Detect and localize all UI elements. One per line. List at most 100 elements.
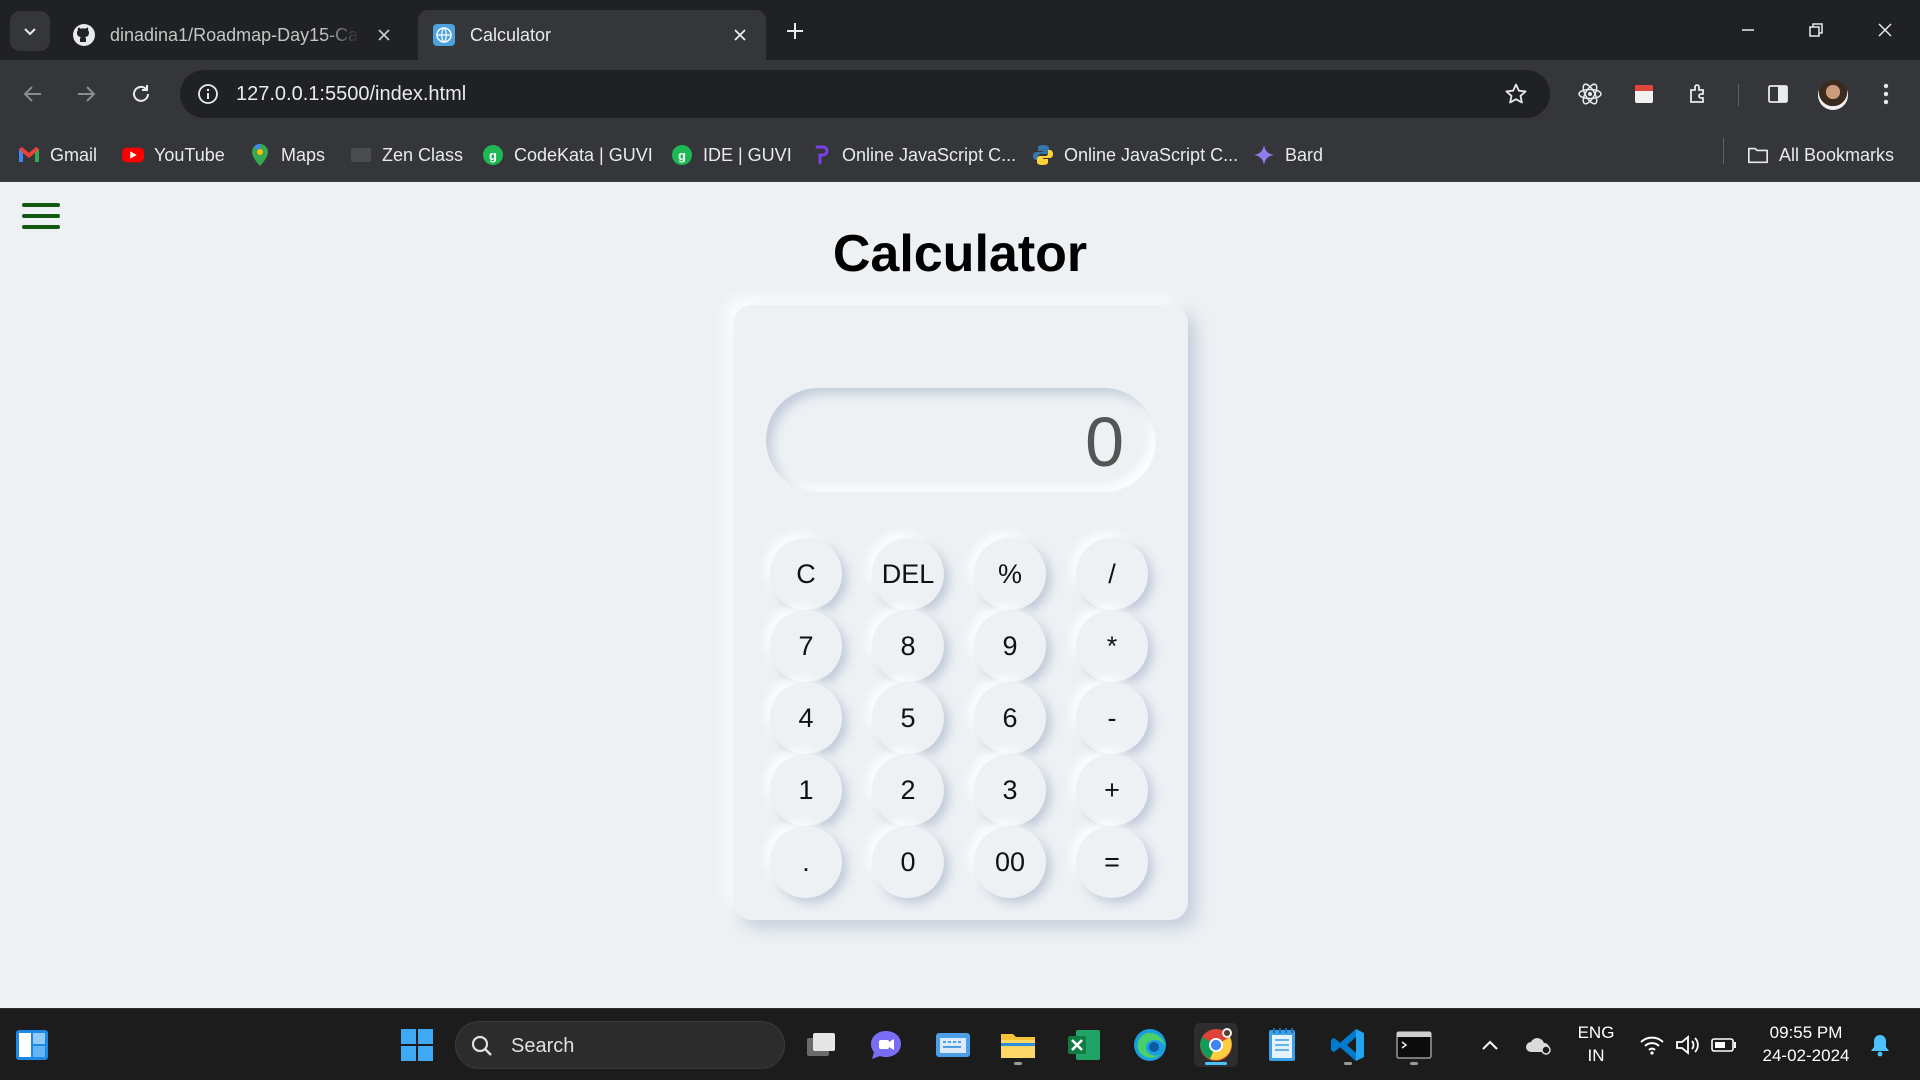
bookmark-codekata[interactable]: g CodeKata | GUVI — [482, 140, 653, 170]
key-1[interactable]: 1 — [770, 754, 842, 826]
chrome-icon[interactable] — [1194, 1023, 1238, 1067]
close-tab-icon[interactable] — [728, 23, 752, 47]
key-5[interactable]: 5 — [872, 682, 944, 754]
bookmark-label: Maps — [281, 144, 326, 165]
bookmark-star-icon[interactable] — [1502, 80, 1530, 108]
menu-kebab-icon[interactable] — [1869, 77, 1903, 111]
key-percent[interactable]: % — [974, 538, 1046, 610]
notepad-icon[interactable] — [1260, 1023, 1304, 1067]
close-icon — [1878, 23, 1892, 37]
minimize-icon — [1742, 29, 1754, 31]
bookmark-gmail[interactable]: Gmail — [18, 140, 97, 170]
chevron-up-icon[interactable] — [1476, 1031, 1504, 1059]
widgets-icon[interactable] — [10, 1023, 54, 1067]
tab-search-button[interactable] — [10, 11, 50, 51]
programiz-icon — [810, 144, 832, 166]
running-indicator — [1014, 1062, 1022, 1065]
svg-text:g: g — [678, 148, 686, 163]
active-indicator — [1205, 1062, 1227, 1065]
all-bookmarks-label: All Bookmarks — [1779, 144, 1895, 165]
key-subtract[interactable]: - — [1076, 682, 1148, 754]
address-bar[interactable]: 127.0.0.1:5500/index.html — [180, 70, 1550, 118]
url-text: 127.0.0.1:5500/index.html — [236, 83, 467, 105]
tab-title: Calculator — [470, 24, 552, 45]
key-clear[interactable]: C — [770, 538, 842, 610]
side-panel-icon[interactable] — [1761, 77, 1795, 111]
bookmarks-bar: Gmail YouTube Maps Zen Class g CodeKata … — [0, 128, 1920, 182]
key-delete[interactable]: DEL — [872, 538, 944, 610]
bookmark-bard[interactable]: Bard — [1253, 140, 1323, 170]
bard-icon — [1253, 144, 1275, 166]
plus-icon — [787, 23, 803, 39]
key-3[interactable]: 3 — [974, 754, 1046, 826]
key-double-zero[interactable]: 00 — [974, 826, 1046, 898]
bookmark-youtube[interactable]: YouTube — [122, 140, 225, 170]
profile-avatar[interactable] — [1818, 80, 1848, 110]
forward-button[interactable] — [66, 74, 106, 114]
github-icon — [72, 23, 96, 47]
tab-title: dinadina1/Roadmap-Day15-Calculator — [110, 24, 360, 45]
excel-icon[interactable] — [1062, 1023, 1106, 1067]
language-code: ENG — [1577, 1023, 1615, 1042]
key-equals[interactable]: = — [1076, 826, 1148, 898]
bookmark-label: IDE | GUVI — [703, 144, 792, 165]
bookmark-online-js-2[interactable]: Online JavaScript C... — [1032, 140, 1238, 170]
key-9[interactable]: 9 — [974, 610, 1046, 682]
key-2[interactable]: 2 — [872, 754, 944, 826]
python-icon — [1032, 144, 1054, 166]
terminal-icon[interactable] — [1392, 1023, 1436, 1067]
bookmark-online-js-1[interactable]: Online JavaScript C... — [810, 140, 1016, 170]
onedrive-cloud-icon[interactable] — [1524, 1031, 1552, 1059]
calculator-panel: 0 C DEL % / 7 8 9 * 4 5 6 - 1 2 3 + . 0 … — [734, 305, 1188, 920]
vscode-icon[interactable] — [1326, 1023, 1370, 1067]
teams-chat-icon[interactable] — [864, 1023, 908, 1067]
taskbar-search-box[interactable]: Search — [455, 1021, 785, 1069]
tab-github[interactable]: dinadina1/Roadmap-Day15-Calculator — [58, 10, 410, 60]
restore-button[interactable] — [1793, 10, 1839, 50]
bookmark-maps[interactable]: Maps — [249, 140, 325, 170]
key-add[interactable]: + — [1076, 754, 1148, 826]
restore-icon — [1809, 23, 1823, 37]
maps-icon — [249, 144, 271, 166]
key-8[interactable]: 8 — [872, 610, 944, 682]
new-tab-button[interactable] — [780, 16, 810, 46]
extensions-puzzle-icon[interactable] — [1682, 77, 1716, 111]
forward-arrow-icon — [78, 86, 96, 102]
globe-icon — [432, 23, 456, 47]
extension-note-icon[interactable] — [1627, 77, 1661, 111]
close-tab-icon[interactable] — [372, 23, 396, 47]
notification-bell-icon[interactable] — [1866, 1031, 1894, 1059]
key-divide[interactable]: / — [1076, 538, 1148, 610]
bookmark-zen-class[interactable]: Zen Class — [350, 140, 463, 170]
key-6[interactable]: 6 — [974, 682, 1046, 754]
search-placeholder: Search — [511, 1035, 575, 1057]
back-button[interactable] — [13, 74, 53, 114]
key-0[interactable]: 0 — [872, 826, 944, 898]
touch-keyboard-app-icon[interactable] — [931, 1023, 975, 1067]
tab-calculator[interactable]: Calculator — [418, 10, 766, 60]
language-indicator[interactable]: ENG IN — [1574, 1023, 1618, 1066]
language-region: IN — [1587, 1046, 1605, 1065]
edge-icon[interactable] — [1128, 1023, 1172, 1067]
all-bookmarks-button[interactable]: All Bookmarks — [1747, 140, 1894, 170]
windows-start-icon[interactable] — [395, 1023, 439, 1067]
guvi-icon: g — [482, 144, 504, 166]
bookmark-ide-guvi[interactable]: g IDE | GUVI — [671, 140, 792, 170]
key-decimal[interactable]: . — [770, 826, 842, 898]
wifi-icon[interactable] — [1638, 1031, 1666, 1059]
running-indicator — [1344, 1062, 1352, 1065]
close-window-button[interactable] — [1862, 10, 1908, 50]
key-4[interactable]: 4 — [770, 682, 842, 754]
site-info-icon[interactable] — [194, 80, 222, 108]
task-view-icon[interactable] — [799, 1023, 843, 1067]
clock-date: 24-02-2024 — [1762, 1046, 1850, 1065]
minimize-button[interactable] — [1725, 10, 1771, 50]
key-7[interactable]: 7 — [770, 610, 842, 682]
key-multiply[interactable]: * — [1076, 610, 1148, 682]
reload-button[interactable] — [121, 74, 161, 114]
file-explorer-icon[interactable] — [996, 1023, 1040, 1067]
react-devtools-icon[interactable] — [1573, 77, 1607, 111]
battery-icon[interactable] — [1710, 1031, 1738, 1059]
volume-icon[interactable] — [1674, 1031, 1702, 1059]
clock[interactable]: 09:55 PM 24-02-2024 — [1754, 1023, 1858, 1066]
